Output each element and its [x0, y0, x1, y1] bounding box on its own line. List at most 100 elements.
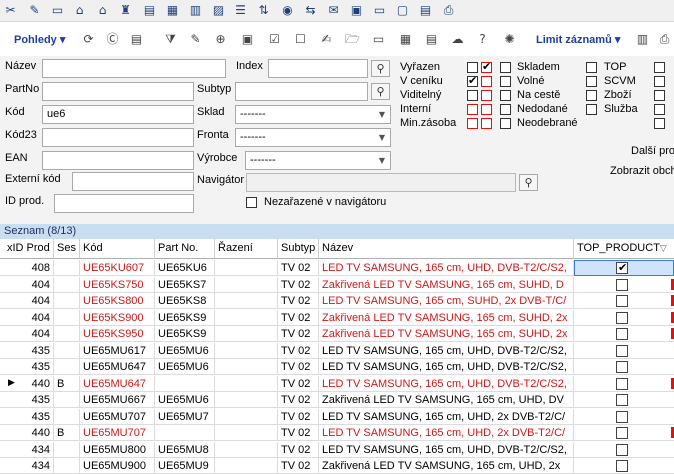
index-search-button[interactable]: ⚲	[371, 60, 390, 77]
grid-settings-icon[interactable]: ▥	[634, 31, 651, 48]
table-row[interactable]: 435 UE65MU707 UE65MU7 TV 02 LED TV SAMSUNG, …	[0, 408, 674, 425]
table-row[interactable]: 435 UE65MU667 UE65MU6 TV 02 Zakřivená LED TV…	[0, 392, 674, 408]
screen-delete-icon[interactable]: ▭	[370, 31, 387, 48]
table-alt-icon[interactable]: ▤	[423, 31, 440, 48]
column-header-top-product[interactable]: TOP_PRODUCT▽	[574, 239, 674, 259]
top-product-checkbox[interactable]	[616, 443, 628, 456]
column-header-ses[interactable]: Ses	[54, 239, 80, 259]
edit-icon[interactable]: ✎	[187, 31, 204, 48]
help-note-icon[interactable]: ?	[474, 31, 491, 48]
top-product-checkbox[interactable]	[616, 427, 628, 439]
table-row[interactable]: 404 UE65KS750 UE65KS7 TV 02 Zakřivená LED TV…	[0, 276, 674, 293]
idprod-input[interactable]	[54, 194, 194, 213]
column-header-xid[interactable]: xID Prod	[4, 239, 54, 259]
top-product-checkbox[interactable]	[616, 394, 628, 406]
table-row[interactable]: ▶ 440 B UE65MU647 TV 02 LED TV SAMSUNG, 165 c…	[0, 375, 674, 392]
extra-checkbox-5[interactable]	[654, 118, 665, 129]
document-icon[interactable]: ▤	[142, 3, 157, 18]
refresh-icon[interactable]: ⟳	[80, 31, 97, 48]
column-header-subtyp[interactable]: Subtyp	[278, 239, 319, 259]
user-tools-icon[interactable]: ✎	[27, 3, 42, 18]
check-disabled-icon[interactable]: ☐	[292, 31, 309, 48]
document-list-icon[interactable]: ▥	[188, 3, 203, 18]
basket-icon[interactable]: ▣	[349, 3, 364, 18]
window-icon[interactable]: ▢	[395, 3, 410, 18]
neodebrane-checkbox[interactable]	[500, 118, 511, 129]
top-product-checkbox[interactable]: ✔	[616, 261, 628, 274]
kod23-input[interactable]	[42, 128, 194, 147]
minzasoba-checkbox-1[interactable]	[467, 118, 478, 129]
skladem-checkbox[interactable]	[500, 62, 511, 73]
clipboard-c-icon[interactable]: Ⓒ	[104, 31, 121, 48]
print-icon[interactable]: ⎙	[656, 31, 673, 48]
pdf-icon[interactable]: ▣	[239, 31, 256, 48]
top-product-checkbox[interactable]	[616, 311, 628, 324]
extra-checkbox-1[interactable]	[654, 62, 665, 73]
list-icon[interactable]: ☰	[233, 3, 248, 18]
viditelny-checkbox-1[interactable]	[467, 90, 478, 101]
cart-settings-icon[interactable]: ⌂	[95, 3, 110, 18]
sort-digits-icon[interactable]: ⇅	[256, 3, 271, 18]
table-row[interactable]: 435 UE65MU617 UE65MU6 TV 02 LED TV SAMSUNG, …	[0, 342, 674, 359]
archive-icon[interactable]: ▨	[211, 3, 226, 18]
calendar-export-icon[interactable]: ▤	[128, 31, 145, 48]
extra-checkbox-3[interactable]	[654, 90, 665, 101]
top-product-checkbox[interactable]	[616, 460, 628, 472]
printer-icon[interactable]: ⎙	[441, 3, 456, 18]
edit-list-icon[interactable]: ✍	[318, 31, 335, 48]
extkod-input[interactable]	[72, 172, 194, 191]
subtyp-input[interactable]	[235, 82, 368, 101]
radio-icon[interactable]: ◉	[280, 3, 295, 18]
table-row[interactable]: 404 UE65KS950 UE65KS9 TV 02 Zakřivená LED TV…	[0, 326, 674, 342]
vyrobce-select[interactable]: ------- ▼	[245, 151, 391, 170]
nazev-input[interactable]	[42, 59, 226, 78]
nacest-checkbox[interactable]	[500, 90, 511, 101]
trophy-icon[interactable]: ♜	[118, 3, 133, 18]
top-checkbox[interactable]	[586, 62, 597, 73]
checklist-icon[interactable]: ☑	[266, 31, 283, 48]
filter-icon[interactable]: ⧩	[162, 31, 179, 48]
extra-checkbox-2[interactable]	[654, 76, 665, 87]
vceniku-checkbox-1[interactable]: ✔	[467, 74, 478, 87]
zbozi-checkbox[interactable]	[586, 90, 597, 101]
table-row[interactable]: 404 UE65KS900 UE65KS9 TV 02 Zakřivená LED TV…	[0, 309, 674, 326]
column-header-kod[interactable]: Kód	[80, 239, 155, 259]
ean-input[interactable]	[42, 151, 194, 170]
extra-checkbox-4[interactable]	[654, 104, 665, 115]
column-header-nazev[interactable]: Název	[319, 239, 574, 259]
tools-icon[interactable]: ✂	[3, 3, 18, 18]
table-row[interactable]: 434 UE65MU900 UE65MU9 TV 02 Zakřivená LED TV…	[0, 458, 674, 474]
top-product-checkbox[interactable]	[616, 278, 628, 291]
top-product-checkbox[interactable]	[616, 344, 628, 357]
navigator-search-button[interactable]: ⚲	[519, 174, 538, 191]
volne-checkbox[interactable]	[500, 76, 511, 87]
nedodane-checkbox[interactable]	[500, 104, 511, 115]
table-row[interactable]: 408 UE65KU607 UE65KU6 TV 02 LED TV SAMSUNG, …	[0, 260, 674, 276]
vyrazen-checkbox-2[interactable]: ✔	[481, 60, 492, 73]
sluzba-checkbox[interactable]	[586, 104, 597, 115]
pohledy-menu[interactable]: Pohledy ▾	[14, 33, 65, 46]
transfer-icon[interactable]: ⇆	[303, 3, 318, 18]
top-product-checkbox[interactable]	[616, 377, 628, 390]
cloud-icon[interactable]: ☁	[449, 31, 466, 48]
top-product-checkbox[interactable]	[616, 410, 628, 423]
subtyp-search-button[interactable]: ⚲	[371, 83, 390, 100]
add-document-icon[interactable]: ⊕	[212, 31, 229, 48]
index-input[interactable]	[268, 59, 368, 78]
vyrazen-checkbox-1[interactable]	[467, 62, 478, 73]
sun-settings-icon[interactable]: ✺	[501, 31, 518, 48]
column-header-razeni[interactable]: Řazení	[215, 239, 278, 259]
calculator-icon[interactable]: ▦	[165, 3, 180, 18]
limit-zaznamu-menu[interactable]: Limit záznamů ▾	[536, 33, 620, 46]
table-icon[interactable]: ▦	[397, 31, 414, 48]
viditelny-checkbox-2[interactable]	[481, 90, 492, 101]
column-header-partno[interactable]: Part No.	[155, 239, 215, 259]
message-icon[interactable]: ✉	[326, 3, 341, 18]
partno-input[interactable]	[42, 82, 194, 101]
kod-input[interactable]: ue6	[42, 105, 194, 124]
form-icon[interactable]: ▤	[418, 3, 433, 18]
vceniku-checkbox-2[interactable]	[481, 76, 492, 87]
folder-open-icon[interactable]: 🗁	[344, 31, 361, 48]
sklad-select[interactable]: ------- ▼	[235, 105, 391, 124]
cart-icon[interactable]: ⌂	[72, 3, 87, 18]
